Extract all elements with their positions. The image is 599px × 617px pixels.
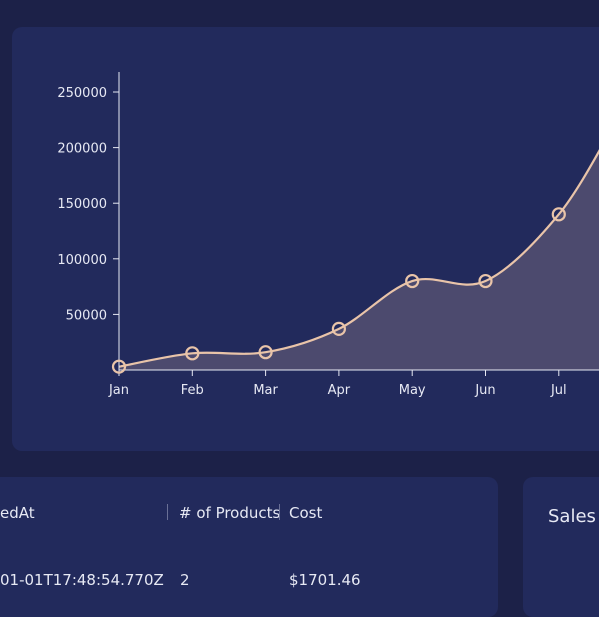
sales-panel-title: Sales	[548, 506, 596, 527]
sales-card	[523, 477, 599, 617]
area-chart: 50000 100000 150000 200000 250000 Jan Feb Mar Ap…	[57, 72, 599, 398]
y-tick-label: 50000	[66, 308, 107, 323]
area-fill	[119, 151, 599, 370]
column-header-products[interactable]: # of Products	[179, 504, 280, 522]
orders-table-card	[0, 477, 498, 617]
column-header-created-at[interactable]: edAt	[0, 504, 35, 522]
y-tick-label: 100000	[57, 253, 107, 268]
x-tick-label: Jan	[108, 383, 129, 398]
y-tick-label: 200000	[57, 142, 107, 157]
cell-products: 2	[180, 571, 190, 589]
x-tick-label: Jun	[474, 383, 495, 398]
x-tick-label: May	[399, 383, 426, 398]
x-tick-label: Jul	[550, 383, 567, 398]
x-tick-label: Mar	[253, 383, 278, 398]
column-resize-handle[interactable]	[279, 504, 280, 520]
cell-cost: $1701.46	[289, 571, 361, 589]
column-header-cost[interactable]: Cost	[289, 504, 322, 522]
cell-created-at: 01-01T17:48:54.770Z	[0, 571, 164, 589]
y-tick-label: 250000	[57, 86, 107, 101]
x-tick-label: Feb	[181, 383, 204, 398]
revenue-chart-card: 50000 100000 150000 200000 250000 Jan Feb Mar Ap…	[12, 27, 599, 451]
y-tick-label: 150000	[57, 197, 107, 212]
x-tick-label: Apr	[328, 383, 351, 398]
column-resize-handle[interactable]	[167, 504, 168, 520]
